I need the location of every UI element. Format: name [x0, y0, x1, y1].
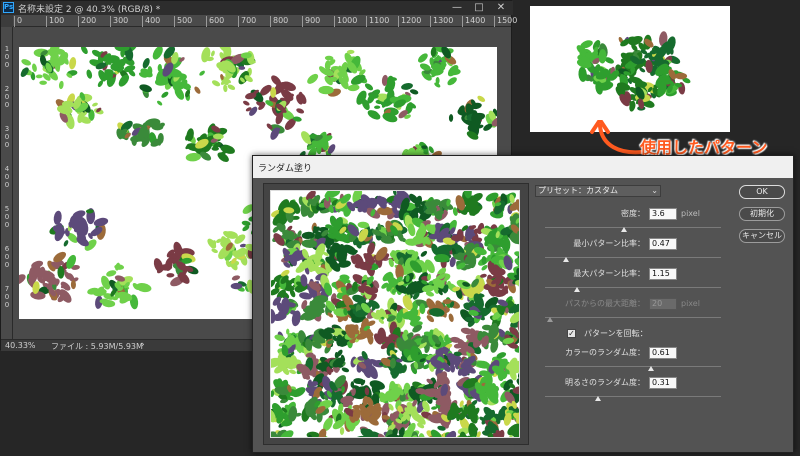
max-ratio-slider[interactable]	[545, 282, 721, 292]
color-random-slider[interactable]	[545, 361, 721, 371]
preset-label: プリセット：カスタム	[538, 186, 618, 195]
path-distance-slider[interactable]	[545, 312, 721, 322]
ruler-tick-label: 100	[4, 45, 10, 69]
random-fill-dialog: ランダム塗り プリセット：カスタム ⌄ 密度： 3.6 pixel 最小パターン…	[252, 155, 794, 453]
path-distance-unit: pixel	[681, 299, 700, 308]
ruler-tick-label: 600	[4, 245, 10, 269]
ruler-tick-label: 800	[269, 16, 289, 27]
ruler-tick-label: 500	[173, 16, 193, 27]
fill-preview[interactable]	[270, 190, 520, 438]
brightness-random-slider[interactable]	[545, 391, 721, 401]
chevron-down-icon: ⌄	[651, 186, 658, 195]
density-slider[interactable]	[545, 222, 721, 232]
min-ratio-input[interactable]: 0.47	[649, 238, 677, 250]
ruler-tick-label: 700	[237, 16, 257, 27]
dialog-title-bar[interactable]: ランダム塗り	[253, 156, 793, 178]
status-menu-icon[interactable]: ›	[141, 340, 145, 350]
ruler-vertical[interactable]: 100 200 300 400 500 600 700	[1, 27, 13, 339]
preview-frame	[263, 183, 529, 445]
slider-thumb[interactable]	[621, 227, 628, 232]
brightness-random-label: 明るさのランダム度：	[565, 378, 645, 387]
ruler-tick-label: 400	[4, 165, 10, 189]
zoom-level[interactable]: 40.33%	[5, 341, 36, 350]
density-input[interactable]: 3.6	[649, 208, 677, 220]
path-distance-input[interactable]: 20	[649, 298, 677, 310]
ruler-tick-label: 1400	[461, 16, 486, 27]
preset-dropdown[interactable]: プリセット：カスタム ⌄	[535, 185, 661, 197]
leaf-pattern	[576, 31, 691, 112]
ruler-tick-label: 400	[141, 16, 161, 27]
ruler-tick-label: 700	[4, 285, 10, 309]
pattern-preview-image	[530, 6, 730, 132]
close-icon[interactable]: ✕	[491, 1, 511, 14]
maximize-icon[interactable]: □	[469, 1, 489, 14]
ruler-tick-label: 200	[4, 85, 10, 109]
min-ratio-slider[interactable]	[545, 252, 721, 262]
max-ratio-label: 最大パターン比率：	[573, 269, 645, 278]
ruler-tick-label: 1300	[429, 16, 454, 27]
ruler-tick-label: 900	[301, 16, 321, 27]
brightness-random-input[interactable]: 0.31	[649, 377, 677, 389]
rotate-pattern-label: パターンを回転：	[584, 329, 648, 338]
color-random-input[interactable]: 0.61	[649, 347, 677, 359]
ruler-tick-label: 0	[13, 16, 23, 27]
ruler-tick-label: 500	[4, 205, 10, 229]
ruler-tick-label: 1000	[333, 16, 358, 27]
document-title-bar[interactable]: Ps 名称未設定 2 @ 40.3% (RGB/8) * — □ ✕	[1, 1, 513, 15]
slider-thumb[interactable]	[547, 317, 554, 322]
ruler-tick-label: 1200	[397, 16, 422, 27]
ruler-tick-label: 200	[77, 16, 97, 27]
document-title: 名称未設定 2 @ 40.3% (RGB/8) *	[18, 5, 161, 15]
dialog-title: ランダム塗り	[258, 164, 313, 174]
fill-preview-artwork	[271, 191, 519, 437]
ok-button[interactable]: OK	[739, 185, 785, 199]
max-ratio-input[interactable]: 1.15	[649, 268, 677, 280]
path-distance-label: パスからの最大距離：	[565, 299, 645, 308]
minimize-icon[interactable]: —	[447, 1, 467, 14]
slider-thumb[interactable]	[594, 396, 601, 401]
color-random-label: カラーのランダム度：	[565, 348, 645, 357]
slider-thumb[interactable]	[563, 257, 570, 262]
ruler-horizontal[interactable]: 0 100 200 300 400 500 600 700 800 900 1000 1100 1200…	[13, 15, 517, 27]
rotate-pattern-checkbox[interactable]: ✓	[567, 329, 576, 338]
density-label: 密度：	[621, 209, 645, 218]
ruler-tick-label: 1100	[365, 16, 390, 27]
ruler-tick-label: 100	[45, 16, 65, 27]
photoshop-icon: Ps	[3, 2, 14, 13]
ruler-tick-label: 1500	[493, 16, 518, 27]
file-size-info: ファイル : 5.93M/5.93M	[51, 342, 143, 351]
ruler-tick-label: 300	[109, 16, 129, 27]
density-unit: pixel	[681, 209, 700, 218]
reset-button[interactable]: 初期化	[739, 207, 785, 221]
ruler-tick-label: 300	[4, 125, 10, 149]
min-ratio-label: 最小パターン比率：	[573, 239, 645, 248]
ruler-tick-label: 600	[205, 16, 225, 27]
slider-thumb[interactable]	[573, 287, 580, 292]
slider-thumb[interactable]	[647, 366, 654, 371]
cancel-button[interactable]: キャンセル	[739, 229, 785, 243]
